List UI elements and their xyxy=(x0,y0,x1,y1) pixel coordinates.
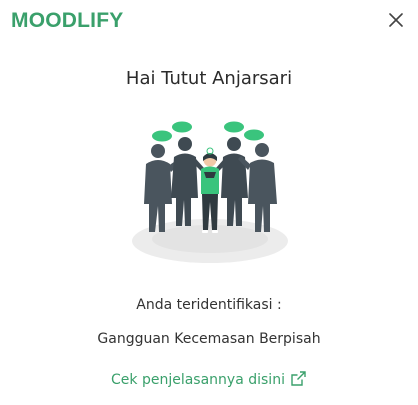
identified-label: Anda teridentifikasi : xyxy=(136,297,282,313)
crowd-pressure-illustration xyxy=(132,121,288,263)
greeting-title: Hai Tutut Anjarsari xyxy=(125,68,293,89)
close-button[interactable] xyxy=(384,8,408,32)
result-dialog: MOODLIFY Hai Tutut Anjarsari Anda teride… xyxy=(0,0,418,405)
explanation-link-text: Cek penjelasannya disini xyxy=(111,372,285,388)
external-link-icon xyxy=(291,371,306,386)
diagnosis-result: Gangguan Kecemasan Berpisah xyxy=(97,331,321,347)
close-icon xyxy=(389,13,403,27)
explanation-link[interactable]: Cek penjelasannya disini xyxy=(0,370,418,388)
brand-logo: MOODLIFY xyxy=(11,9,124,32)
